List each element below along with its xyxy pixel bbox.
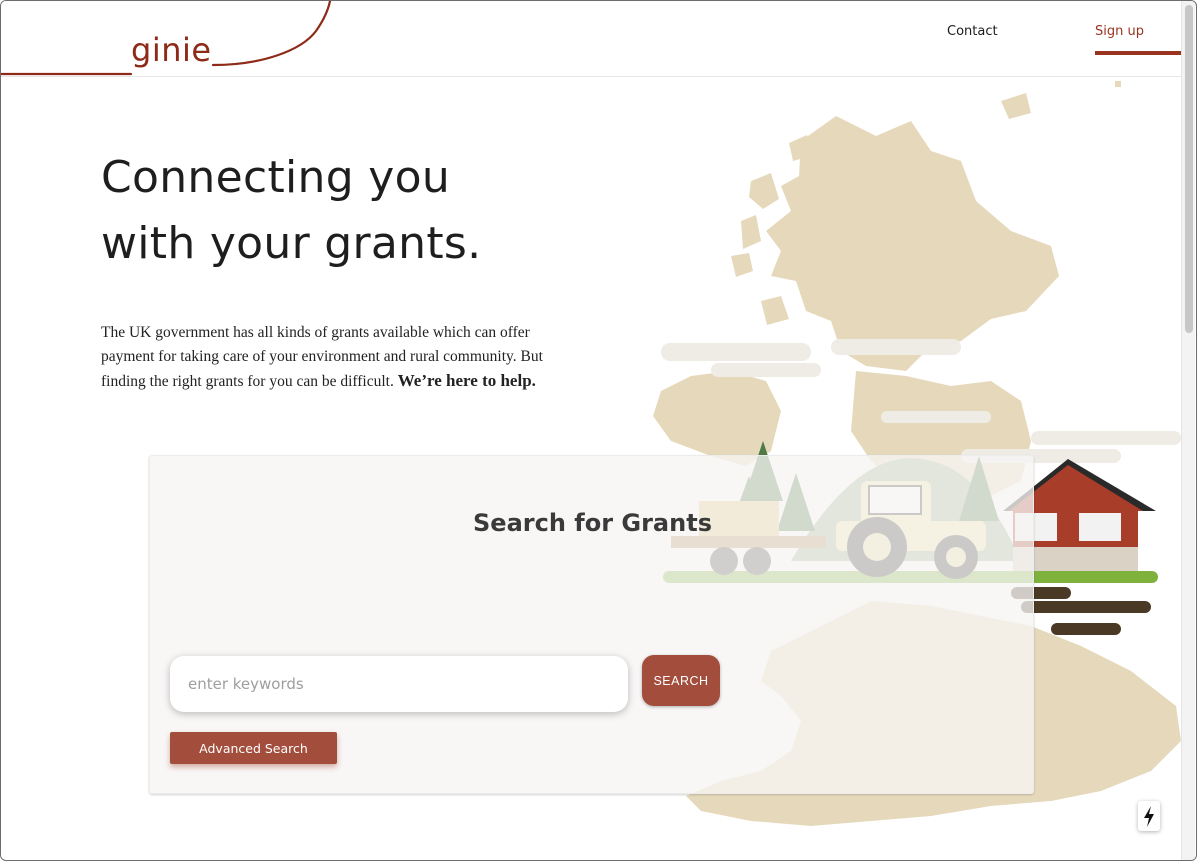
search-title: Search for Grants [473,509,712,537]
nav-signup-link[interactable]: Sign up [1095,24,1144,39]
search-button[interactable]: SEARCH [642,655,720,706]
lightning-bolt-icon[interactable] [1138,801,1160,831]
scrollbar-thumb[interactable] [1185,5,1193,333]
advanced-search-button[interactable]: Advanced Search [170,732,337,764]
site-header: ginie Contact Sign up [1,1,1184,77]
nav-contact-link[interactable]: Contact [947,24,998,39]
hero-headline: Connecting you with your grants. [101,145,481,277]
hero-line-2: with your grants. [101,218,482,269]
hero-line-1: Connecting you [101,152,451,203]
active-nav-indicator [1095,51,1184,55]
intro-bold-text: We’re here to help. [397,371,536,390]
search-input[interactable] [170,656,628,712]
browser-frame: ginie Contact Sign up Connecting you wit… [0,0,1197,861]
brand-logo[interactable]: ginie [131,31,212,69]
vertical-scrollbar[interactable] [1181,1,1195,860]
hero-intro: The UK government has all kinds of grant… [101,321,571,394]
search-panel: Search for Grants SEARCH Advanced Search [149,455,1034,794]
